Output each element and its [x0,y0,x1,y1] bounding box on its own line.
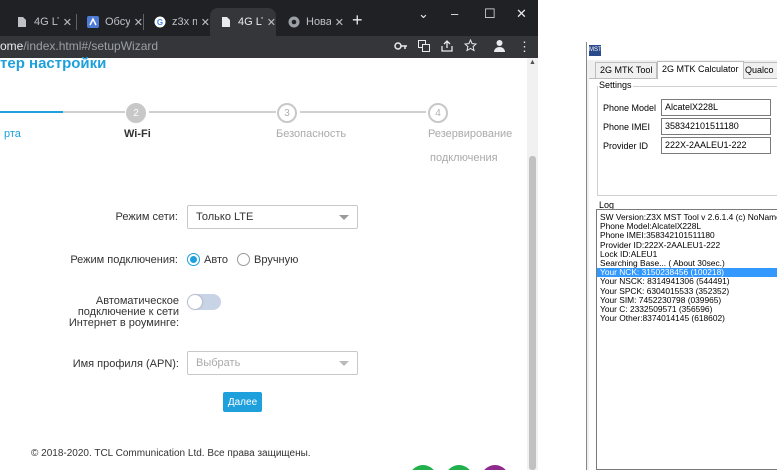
next-button[interactable]: Далее [223,392,262,412]
page-title: тер настройки [0,55,107,72]
tab-google-search[interactable]: G z3x mst ✕ [144,8,210,36]
tab-search-dropdown-icon[interactable]: ⌄ [418,6,429,22]
address-host: ome [0,39,24,53]
provider-id-field[interactable]: 222X-2AALEU1-222 [661,137,771,154]
mst-logo-icon: MST [589,45,602,56]
tab-title: Обсуждение [105,16,130,28]
step-1-label: рта [4,128,21,140]
step-4-circle: 4 [428,103,448,123]
roaming-label: Автоматическое подключение к сети Интерн… [40,296,179,329]
address-bar[interactable]: ome/index.html#/setupWizard [0,39,158,53]
menu-icon[interactable]: ⋮ [518,39,531,55]
profile-icon[interactable] [493,39,506,52]
stepper-line [300,111,426,113]
tool-titlebar: MST [587,42,777,60]
network-mode-label: Режим сети: [115,211,178,223]
scroll-up-icon[interactable]: ▲ [529,59,536,66]
stepper-line [149,111,276,113]
network-mode-select[interactable]: Только LTE [187,205,358,229]
svg-text:G: G [157,18,163,27]
tab-title: Новая вкладка [306,16,331,28]
tab-2g-mtk-tool[interactable]: 2G MTK Tool [595,62,658,78]
tab-new-tab[interactable]: Новая вкладка ✕ [278,8,344,36]
radio-auto-label[interactable]: Авто [204,254,228,266]
tab-4g-lte-active[interactable]: 4G LTE ✕ [210,8,276,36]
document-icon [18,17,26,27]
purple-circle-icon[interactable] [481,465,509,470]
green-circle-icon[interactable] [409,465,437,470]
stepper-line-done [0,111,63,113]
step-3-label: Безопасность [276,128,347,140]
close-icon[interactable]: ✕ [267,16,276,29]
tab-strip: 4G LTE ✕ Обсуждение ✕ G z3x mst ✕ 4G LTE… [0,0,538,36]
step-3-circle: 3 [277,103,297,123]
page-scrollbar[interactable]: ▲ [527,58,538,470]
step-2-circle: 2 [126,103,146,123]
settings-group-title: Settings [598,80,633,90]
tab-2g-mtk-calculator[interactable]: 2G MTK Calculator [657,61,744,79]
phone-model-label: Phone Model [603,103,657,113]
close-icon[interactable]: ✕ [63,16,72,29]
radio-manual-label[interactable]: Вручную [254,254,298,266]
tab-title: 4G LTE [238,16,263,28]
radio-auto[interactable] [187,253,200,266]
apn-placeholder: Выбрать [196,357,241,369]
key-icon[interactable] [394,41,408,51]
browser-window: 4G LTE ✕ Обсуждение ✕ G z3x mst ✕ 4G LTE… [0,0,538,470]
new-tab-button[interactable]: + [352,11,363,29]
bookmark-star-icon[interactable] [464,39,477,52]
phone-imei-label: Phone IMEI [603,122,651,132]
apn-label: Имя профиля (APN): [72,358,179,370]
tab-forum[interactable]: Обсуждение ✕ [77,8,143,36]
chrome-icon [288,16,300,28]
translate-icon[interactable] [418,40,430,52]
copyright-footer: © 2018-2020. TCL Communication Ltd. Все … [31,448,311,459]
desktop-background [538,0,586,470]
share-icon[interactable] [441,40,453,52]
provider-id-label: Provider ID [603,141,649,151]
chevron-down-icon [339,215,349,220]
roaming-label-line: Интернет в роуминге: [68,317,179,329]
scrollbar-thumb[interactable] [529,156,536,470]
document-icon [222,17,230,27]
tab-title: 4G LTE [34,16,59,28]
forum-icon [87,16,99,28]
roaming-toggle[interactable] [187,294,221,310]
connection-mode-label: Режим подключения: [70,254,178,266]
toggle-knob [188,295,202,309]
tab-title: z3x mst [172,16,197,28]
stepper-line [63,111,125,113]
close-icon[interactable]: ✕ [134,16,143,29]
network-mode-value: Только LTE [196,211,254,223]
phone-imei-field[interactable]: 358342101511180 [661,118,771,135]
green-circle-icon[interactable] [445,465,473,470]
mst-tool-window: MST 2G MTK Tool 2G MTK Calculator Qualco… [586,42,777,470]
tab-4g-lte-1[interactable]: 4G LTE ✕ [6,8,72,36]
minimize-button[interactable]: – [451,6,458,21]
router-setup-page: тер настройки 2 3 4 рта Wi-Fi Безопаснос… [0,55,527,470]
maximize-button[interactable]: ☐ [484,6,496,22]
apn-select[interactable]: Выбрать [187,351,358,375]
close-icon[interactable]: ✕ [335,16,344,29]
step-4-label-line2: подключения [430,152,498,164]
close-window-button[interactable]: ✕ [516,6,527,22]
log-line[interactable]: Your Other:8374014145 (618602) [597,313,777,323]
log-output[interactable]: SW Version:Z3X MST Tool v 2.6.1.4 (c) No… [596,209,777,470]
step-2-label: Wi-Fi [124,128,151,140]
google-icon: G [154,16,166,28]
address-path: /index.html#/setupWizard [23,39,159,53]
tab-qualcomm[interactable]: Qualco [740,62,777,78]
chevron-down-icon [339,361,349,366]
phone-model-field[interactable]: AlcatelX228L [661,99,771,116]
close-icon[interactable]: ✕ [201,16,210,29]
radio-manual[interactable] [237,253,250,266]
step-4-label: Резервирование [428,128,513,140]
